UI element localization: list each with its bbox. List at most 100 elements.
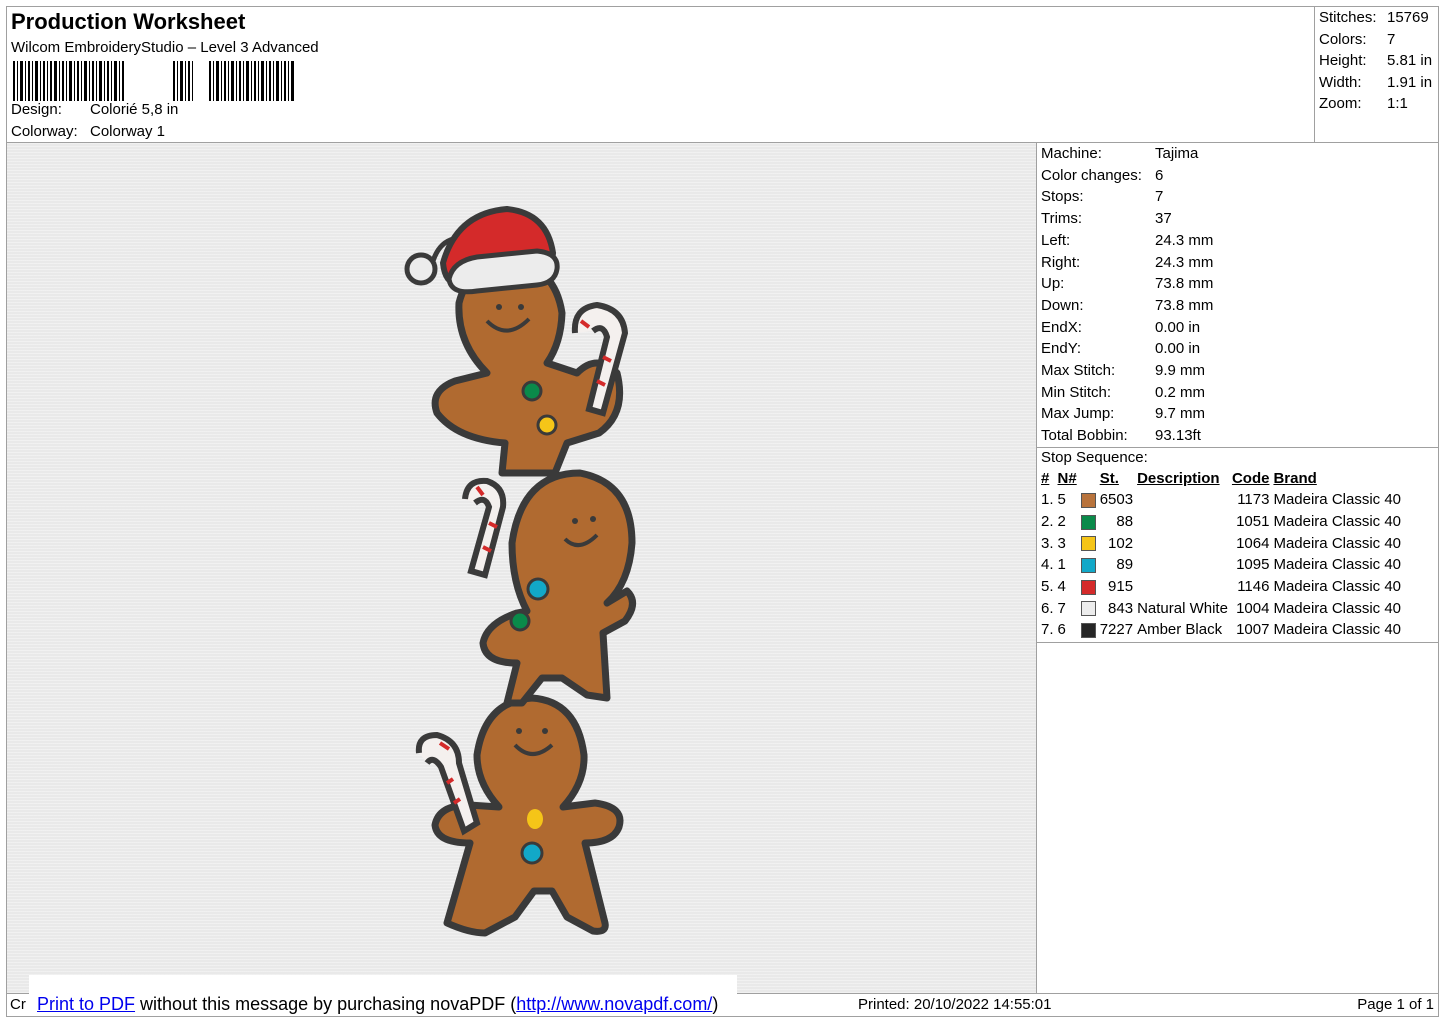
detail-label: Right:	[1041, 253, 1081, 271]
print-to-pdf-link[interactable]: Print to PDF	[37, 994, 135, 1014]
footer: Cr Print to PDF without this message by …	[6, 975, 1439, 1017]
design-value: Colorié 5,8 in	[90, 101, 179, 118]
detail-row: Left: 24.3 mm	[1041, 230, 1213, 252]
detail-label: Stops:	[1041, 188, 1084, 206]
table-row: 1. 5 6503 1173 Madeira Classic 40	[1039, 489, 1403, 511]
detail-row: Min Stitch: 0.2 mm	[1041, 382, 1205, 404]
thread-description: Amber Black	[1137, 621, 1223, 639]
thread-code: 1007	[1236, 621, 1270, 639]
needle-number: 7	[1057, 599, 1066, 617]
detail-value: 0.2 mm	[1155, 383, 1206, 401]
summary-value: 15769	[1387, 9, 1429, 26]
detail-row: Machine: Tajima	[1041, 143, 1198, 165]
thread-brand: Madeira Classic 40	[1273, 556, 1402, 574]
summary-label: Zoom:	[1319, 95, 1362, 112]
thread-code: 1004	[1236, 599, 1270, 617]
stop-sequence-label: Stop Sequence:	[1041, 449, 1148, 466]
needle-number: 1	[1057, 556, 1066, 574]
detail-label: Down:	[1041, 296, 1084, 314]
stop-index: 3.	[1041, 534, 1054, 552]
summary-panel: Stitches: 15769 Colors: 7 Height: 5.81 in W…	[1314, 6, 1439, 143]
novapdf-banner: Print to PDF without this message by pur…	[29, 975, 737, 1015]
thread-brand: Madeira Classic 40	[1273, 599, 1402, 617]
stitch-count: 88	[1116, 513, 1134, 531]
button-green	[521, 380, 543, 402]
detail-value: Tajima	[1155, 145, 1199, 162]
column-header: Code	[1231, 470, 1270, 487]
detail-label: Left:	[1041, 231, 1071, 249]
column-header	[1079, 468, 1098, 489]
detail-label: Max Stitch:	[1041, 362, 1116, 379]
thread-brand: Madeira Classic 40	[1273, 513, 1402, 531]
thread-brand: Madeira Classic 40	[1273, 578, 1402, 596]
detail-row: Trims: 37	[1041, 208, 1172, 230]
design-row: Design: Colorié 5,8 in	[11, 101, 178, 118]
detail-value: 0.00 in	[1155, 340, 1201, 358]
detail-value: 24.3 mm	[1155, 231, 1214, 249]
thread-brand: Madeira Classic 40	[1273, 621, 1402, 639]
thread-description	[1135, 554, 1230, 576]
design-preview	[6, 142, 1037, 994]
detail-row: Right: 24.3 mm	[1041, 252, 1213, 274]
summary-value: 1:1	[1387, 95, 1408, 112]
detail-row: EndY: 0.00 in	[1041, 338, 1200, 360]
detail-row: Down: 73.8 mm	[1041, 295, 1213, 317]
needle-number: 6	[1057, 621, 1066, 639]
thread-description	[1135, 576, 1230, 598]
design-label: Design:	[11, 101, 62, 118]
stitch-count: 89	[1116, 556, 1134, 574]
detail-value: 73.8 mm	[1155, 296, 1214, 314]
thread-code: 1051	[1236, 513, 1270, 531]
thread-code: 1095	[1236, 556, 1270, 574]
table-row: 2. 2 88 1051 Madeira Classic 40	[1039, 511, 1403, 533]
table-row: 5. 4 915 1146 Madeira Classic 40	[1039, 576, 1403, 598]
color-swatch	[1079, 554, 1098, 576]
button-yellow	[536, 414, 558, 436]
colorway-value: Colorway 1	[90, 123, 166, 140]
summary-label: Colors:	[1319, 30, 1367, 48]
detail-row: EndX: 0.00 in	[1041, 317, 1200, 339]
santa-hat-pompom	[404, 252, 438, 286]
detail-value: 73.8 mm	[1155, 275, 1214, 293]
detail-row: Max Stitch: 9.9 mm	[1041, 360, 1205, 382]
divider	[1037, 642, 1438, 643]
thread-brand: Madeira Classic 40	[1273, 534, 1402, 552]
barcode	[13, 61, 294, 101]
needle-number: 5	[1057, 491, 1066, 509]
detail-value: 6	[1155, 166, 1164, 184]
thread-code: 1064	[1236, 534, 1270, 552]
detail-label: Machine:	[1041, 145, 1102, 162]
table-row: 6. 7 843 Natural White 1004 Madeira Classic 4…	[1039, 597, 1403, 619]
summary-value: 1.91 in	[1387, 73, 1433, 91]
detail-row: Stops: 7	[1041, 186, 1163, 208]
detail-row: Total Bobbin: 93.13ft	[1041, 425, 1201, 447]
summary-row: Colors: 7	[1319, 31, 1395, 48]
column-header: Brand	[1273, 470, 1317, 487]
detail-value: 7	[1155, 188, 1164, 206]
colorway-row: Colorway: Colorway 1	[11, 123, 165, 140]
table-header-row: # N# St. Description Code Brand	[1039, 468, 1403, 489]
needle-number: 2	[1057, 513, 1066, 531]
color-swatch	[1079, 576, 1098, 598]
detail-label: EndY:	[1041, 340, 1082, 358]
button-green	[509, 610, 531, 632]
color-swatch	[1079, 489, 1098, 511]
stop-index: 7.	[1041, 621, 1054, 639]
detail-label: EndX:	[1041, 318, 1082, 336]
page-title: Production Worksheet	[11, 9, 246, 34]
button-yellow	[527, 809, 543, 829]
colorway-label: Colorway:	[11, 123, 78, 140]
button-teal	[526, 577, 550, 601]
detail-label: Color changes:	[1041, 166, 1142, 184]
detail-row: Up: 73.8 mm	[1041, 273, 1213, 295]
summary-row: Height: 5.81 in	[1319, 52, 1432, 69]
novapdf-close: )	[712, 994, 719, 1014]
summary-row: Stitches: 15769	[1319, 9, 1429, 26]
button-teal	[520, 841, 544, 865]
summary-value: 7	[1387, 30, 1396, 48]
worksheet-header: Production Worksheet Wilcom EmbroiderySt…	[6, 6, 1315, 143]
novapdf-url-link[interactable]: http://www.novapdf.com/	[516, 994, 712, 1014]
stitch-count: 843	[1108, 599, 1134, 617]
summary-row: Width: 1.91 in	[1319, 74, 1432, 91]
page-number: Page 1 of 1	[1357, 996, 1434, 1013]
